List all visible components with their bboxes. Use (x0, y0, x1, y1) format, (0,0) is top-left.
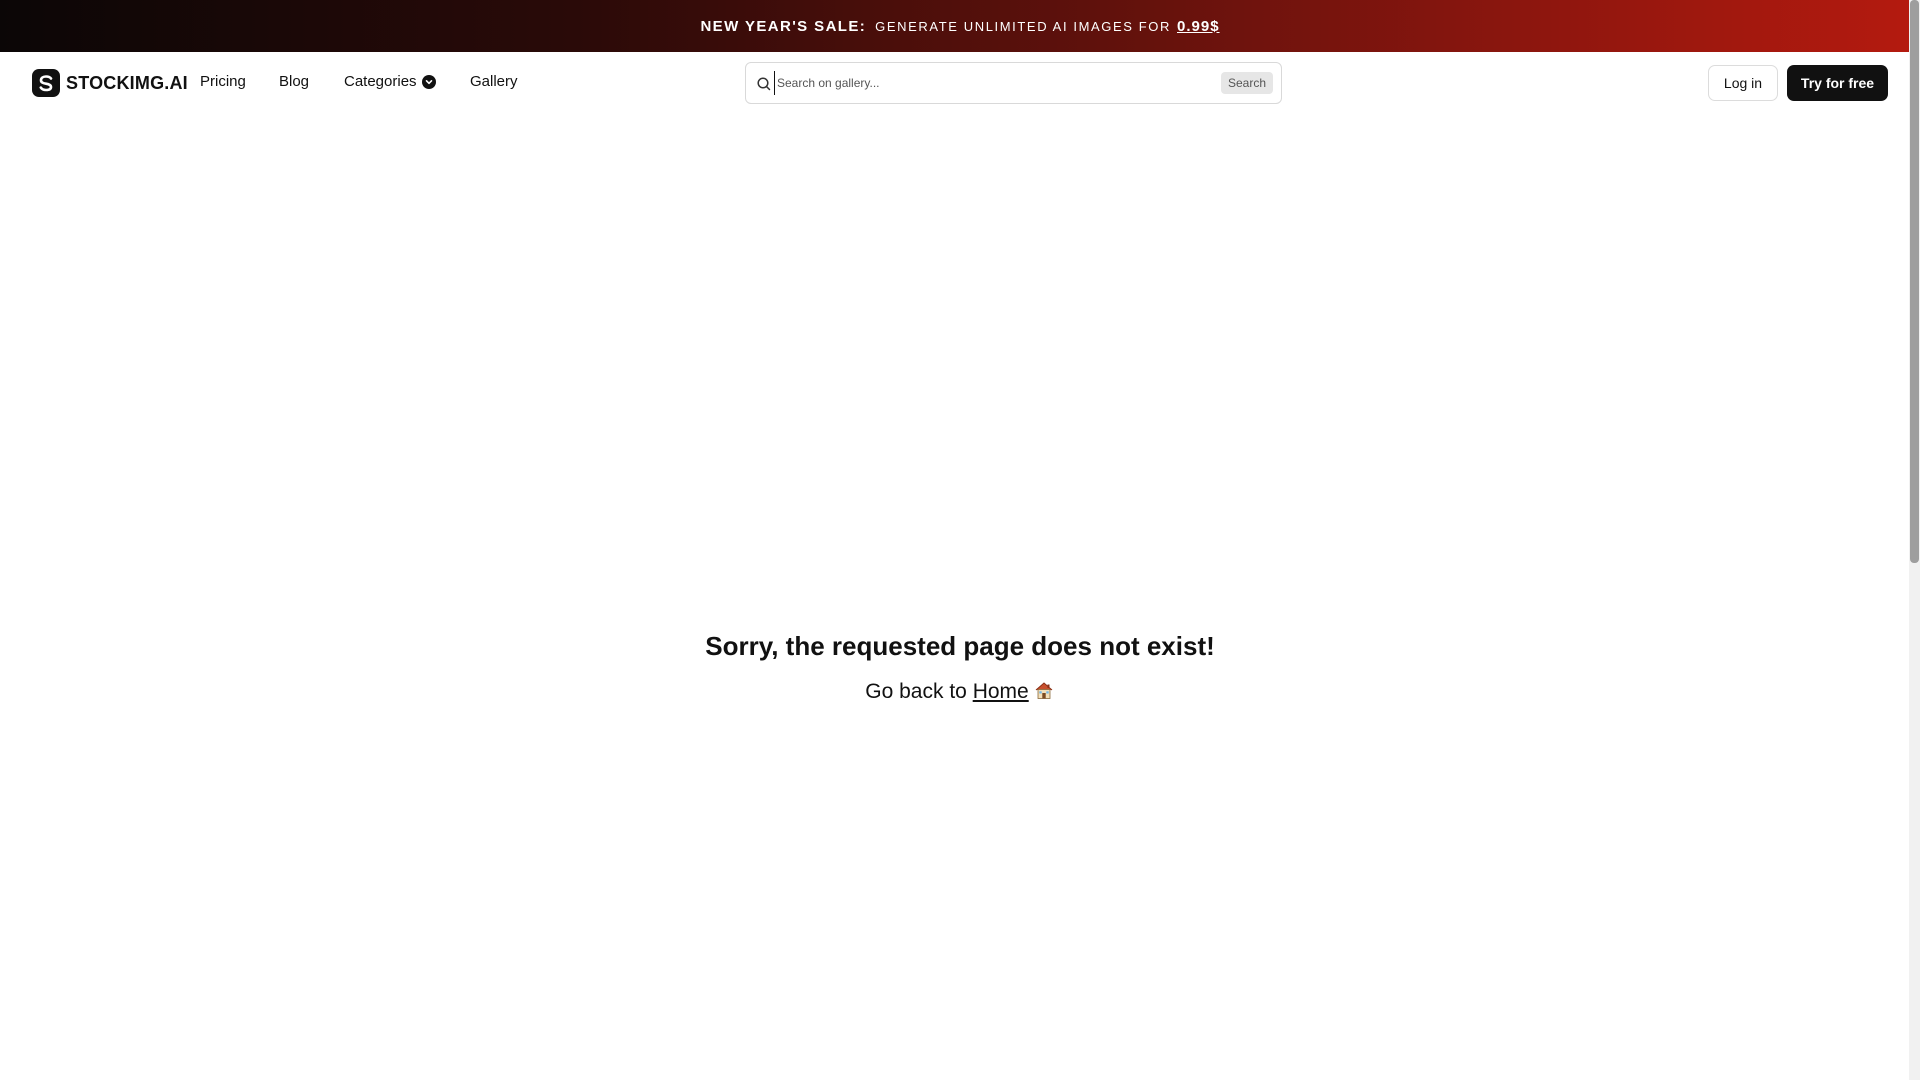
search-input[interactable] (774, 71, 1194, 95)
search-box: Search (745, 62, 1282, 104)
search-button[interactable]: Search (1220, 72, 1273, 94)
go-back-label: Go back to (865, 680, 967, 703)
nav-categories-label: Categories (344, 73, 417, 90)
nav-blog[interactable]: Blog (279, 73, 309, 90)
promo-banner[interactable]: NEW YEAR'S SALE: GENERATE UNLIMITED AI I… (0, 0, 1920, 52)
login-button[interactable]: Log in (1708, 65, 1778, 101)
logo[interactable]: STOCKIMG.AI (32, 69, 188, 97)
go-back-text: Go back to Home (0, 679, 1920, 707)
site-header: STOCKIMG.AI Pricing Blog Categories Gall… (0, 52, 1909, 114)
search-icon (756, 76, 772, 92)
scrollbar-thumb[interactable] (1910, 0, 1919, 563)
home-link-label: Home (972, 680, 1029, 703)
promo-price-link[interactable]: 0.99$ (1177, 18, 1220, 35)
promo-text: GENERATE UNLIMITED AI IMAGES FOR (875, 18, 1171, 34)
nav-categories[interactable]: Categories (344, 73, 436, 90)
chevron-down-icon (421, 74, 436, 89)
home-link[interactable]: Home (973, 680, 1055, 703)
promo-sale-label: NEW YEAR'S SALE: (700, 17, 867, 35)
nav-gallery[interactable]: Gallery (470, 73, 518, 90)
logo-text: STOCKIMG.AI (66, 72, 188, 93)
house-icon (1033, 679, 1055, 707)
try-for-free-button[interactable]: Try for free (1787, 65, 1888, 101)
error-title: Sorry, the requested page does not exist… (705, 631, 1215, 661)
logo-icon (32, 69, 60, 97)
nav-pricing[interactable]: Pricing (200, 73, 246, 90)
